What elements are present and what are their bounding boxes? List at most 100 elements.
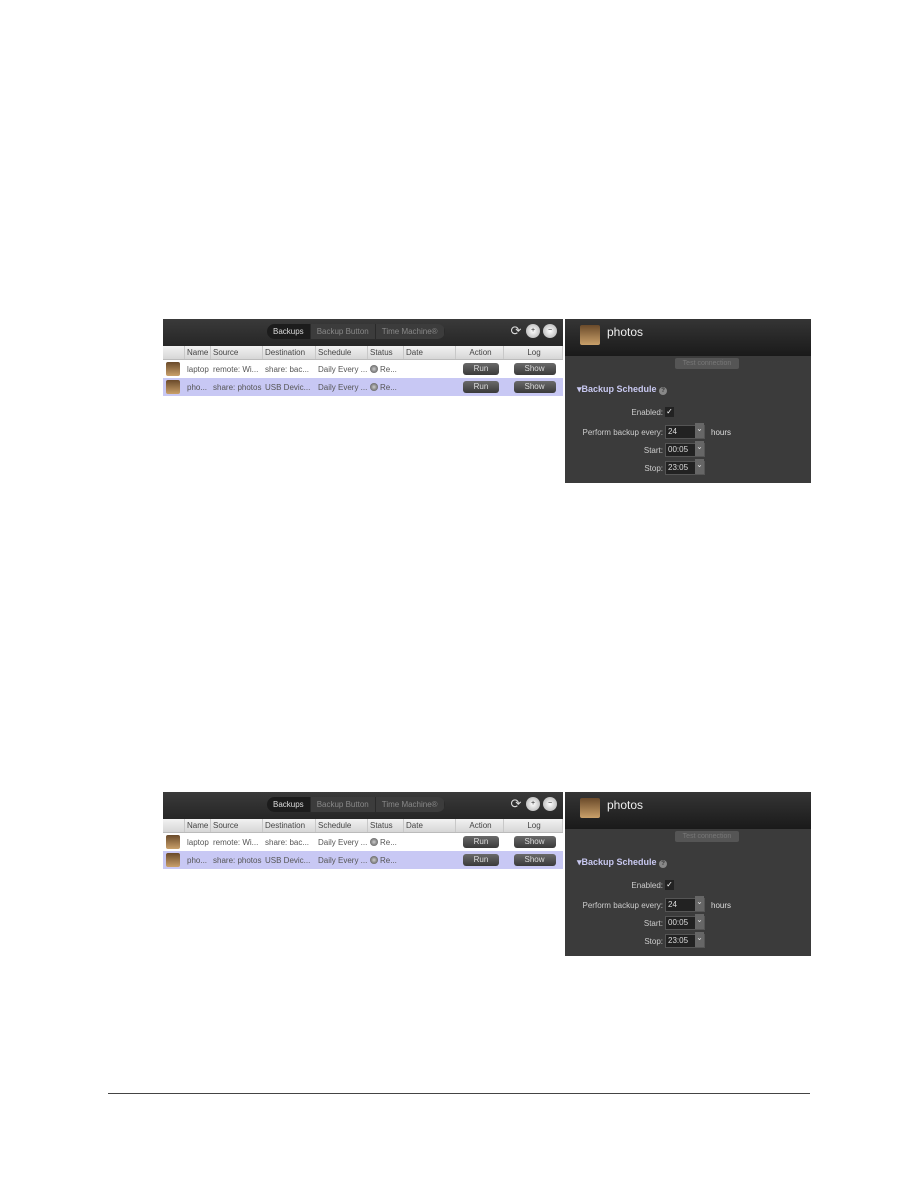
help-icon[interactable]: ? bbox=[659, 387, 668, 395]
column-header[interactable]: Source bbox=[211, 346, 263, 359]
add-backup-icon[interactable]: + bbox=[526, 797, 540, 811]
stop-select[interactable]: 23:05 bbox=[665, 459, 705, 475]
tab-backups[interactable]: Backups bbox=[267, 324, 311, 339]
enabled-checkbox[interactable]: ✓ bbox=[665, 407, 674, 417]
remove-backup-icon[interactable]: − bbox=[543, 797, 557, 811]
column-header[interactable]: Destination bbox=[263, 346, 316, 359]
column-header[interactable] bbox=[163, 346, 185, 359]
cell-text: laptop bbox=[187, 364, 209, 374]
test-connection-button[interactable]: Test connection bbox=[675, 831, 739, 842]
column-header[interactable]: Status bbox=[368, 346, 404, 359]
tab-backups[interactable]: Backups bbox=[267, 797, 311, 812]
cell-schedule: Daily Every ... bbox=[316, 383, 368, 392]
tab-time-machine-[interactable]: Time Machine® bbox=[375, 797, 445, 812]
column-header[interactable]: Schedule bbox=[316, 346, 368, 359]
status-icon bbox=[370, 855, 378, 864]
cell-schedule: Daily Every ... bbox=[316, 856, 368, 865]
column-header[interactable]: Status bbox=[368, 819, 404, 832]
cell-status: Re... bbox=[368, 382, 404, 392]
show-log-button[interactable]: Show bbox=[513, 363, 556, 375]
enabled-label: Enabled: bbox=[631, 407, 663, 417]
column-header[interactable]: Action bbox=[456, 346, 504, 359]
cell-text: pho... bbox=[187, 855, 208, 865]
cell-text: remote: Wi... bbox=[213, 837, 259, 847]
backup-detail-panel: photos Test connection ▾Backup Schedule … bbox=[565, 319, 811, 483]
section-title: Backup Schedule bbox=[581, 857, 657, 867]
cell-text: Re... bbox=[380, 837, 397, 847]
refresh-icon[interactable]: ⟳ bbox=[509, 324, 523, 338]
column-header[interactable]: Name bbox=[185, 819, 211, 832]
column-header[interactable]: Schedule bbox=[316, 819, 368, 832]
remove-backup-icon[interactable]: − bbox=[543, 324, 557, 338]
test-connection-button[interactable]: Test connection bbox=[675, 358, 739, 369]
cell-text: USB Devic... bbox=[265, 382, 311, 392]
section-backup-schedule[interactable]: ▾Backup Schedule ? bbox=[577, 384, 668, 395]
refresh-icon[interactable]: ⟳ bbox=[509, 797, 523, 811]
cell-text: Daily Every ... bbox=[318, 382, 368, 392]
run-button[interactable]: Run bbox=[463, 381, 499, 393]
cell-text: share: photos bbox=[213, 382, 262, 392]
section-backup-schedule[interactable]: ▾Backup Schedule ? bbox=[577, 857, 668, 868]
add-backup-icon[interactable]: + bbox=[526, 324, 540, 338]
cell-text: Daily Every ... bbox=[318, 855, 368, 865]
column-header[interactable] bbox=[163, 819, 185, 832]
start-select[interactable]: 00:05 bbox=[665, 441, 705, 457]
help-icon[interactable]: ? bbox=[659, 860, 668, 868]
run-button[interactable]: Run bbox=[463, 836, 499, 848]
document-page: Backups Backup Button Time Machine® ⟳ + − … bbox=[0, 0, 918, 1188]
stop-select[interactable]: 23:05 bbox=[665, 932, 705, 948]
column-header[interactable]: Log bbox=[504, 819, 563, 832]
run-button[interactable]: Run bbox=[463, 854, 499, 866]
backup-job-icon bbox=[580, 798, 600, 818]
cell-destination: USB Devic... bbox=[263, 856, 316, 865]
hours-label: hours bbox=[711, 900, 732, 910]
cell-status: Re... bbox=[368, 855, 404, 865]
column-header[interactable]: Date bbox=[404, 819, 456, 832]
show-log-button[interactable]: Show bbox=[513, 854, 556, 866]
tab-time-machine-[interactable]: Time Machine® bbox=[375, 324, 445, 339]
start-select[interactable]: 00:05 bbox=[665, 914, 705, 930]
backup-screenshot: Backups Backup Button Time Machine® ⟳ + − … bbox=[163, 319, 811, 483]
column-header[interactable]: Source bbox=[211, 819, 263, 832]
footer-rule bbox=[108, 1093, 810, 1094]
tab-backup-button[interactable]: Backup Button bbox=[310, 324, 376, 339]
table-row[interactable]: laptop remote: Wi... share: bac... Daily Ev… bbox=[163, 833, 563, 851]
show-log-button[interactable]: Show bbox=[513, 381, 556, 393]
every-label: Perform backup every: bbox=[582, 427, 663, 437]
cell-destination: share: bac... bbox=[263, 838, 316, 847]
enabled-checkbox[interactable]: ✓ bbox=[665, 880, 674, 890]
hours-label: hours bbox=[711, 427, 732, 437]
backup-job-icon bbox=[166, 380, 180, 394]
detail-title: photos bbox=[607, 325, 644, 339]
backup-job-icon bbox=[166, 362, 180, 376]
cell-text: Re... bbox=[380, 855, 397, 865]
cell-name: pho... bbox=[185, 856, 211, 865]
show-log-button[interactable]: Show bbox=[513, 836, 556, 848]
cell-status: Re... bbox=[368, 364, 404, 374]
backup-detail-panel: photos Test connection ▾Backup Schedule … bbox=[565, 792, 811, 956]
every-select[interactable]: 24 bbox=[665, 423, 705, 439]
cell-status: Re... bbox=[368, 837, 404, 847]
table-row[interactable]: pho... share: photos USB Devic... Daily Eve… bbox=[163, 851, 563, 869]
backup-job-icon bbox=[580, 325, 600, 345]
column-header[interactable]: Destination bbox=[263, 819, 316, 832]
cell-destination: USB Devic... bbox=[263, 383, 316, 392]
every-select[interactable]: 24 bbox=[665, 896, 705, 912]
column-header[interactable]: Name bbox=[185, 346, 211, 359]
table-row[interactable]: laptop remote: Wi... share: bac... Daily Ev… bbox=[163, 360, 563, 378]
cell-source: remote: Wi... bbox=[211, 365, 263, 374]
cell-text: remote: Wi... bbox=[213, 364, 259, 374]
backups-list-panel: Backups Backup Button Time Machine® ⟳ + − … bbox=[163, 792, 563, 956]
column-header[interactable]: Date bbox=[404, 346, 456, 359]
cell-text: USB Devic... bbox=[265, 855, 311, 865]
cell-name: pho... bbox=[185, 383, 211, 392]
run-button[interactable]: Run bbox=[463, 363, 499, 375]
column-header[interactable]: Action bbox=[456, 819, 504, 832]
cell-text: Daily Every ... bbox=[318, 837, 368, 847]
table-row[interactable]: pho... share: photos USB Devic... Daily Eve… bbox=[163, 378, 563, 396]
column-header[interactable]: Log bbox=[504, 346, 563, 359]
cell-source: share: photos bbox=[211, 383, 263, 392]
cell-text: Re... bbox=[380, 364, 397, 374]
cell-text: Daily Every ... bbox=[318, 364, 368, 374]
tab-backup-button[interactable]: Backup Button bbox=[310, 797, 376, 812]
